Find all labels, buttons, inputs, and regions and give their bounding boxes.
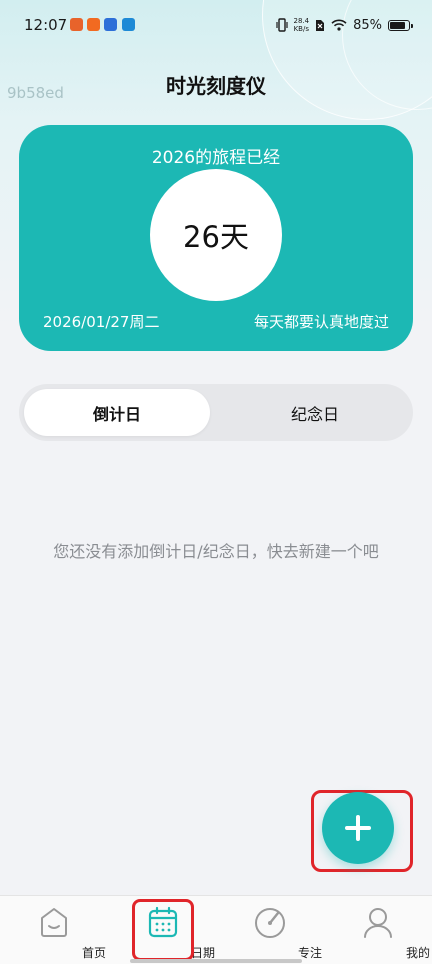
- app-notification-icon: [104, 18, 117, 31]
- net-speed-unit: KB/s: [293, 25, 309, 33]
- wifi-icon: [331, 19, 347, 31]
- year-progress-title: 2026的旅程已经: [151, 148, 281, 168]
- battery-icon: [388, 19, 413, 31]
- nav-label-mine: 我的: [405, 946, 430, 960]
- gesture-home-bar[interactable]: [130, 959, 302, 963]
- app-notification-icon: [122, 18, 135, 31]
- home-icon: [41, 908, 67, 937]
- battery-percent: 85%: [353, 17, 382, 33]
- bottom-nav: 首页 日期 专注 我的: [0, 895, 432, 964]
- highlight-outline: [132, 899, 194, 961]
- nav-label-home: 首页: [81, 946, 106, 960]
- nav-item-focus[interactable]: 专注: [230, 902, 322, 960]
- mail-notification-icon: [70, 18, 83, 31]
- add-event-button[interactable]: [322, 792, 394, 864]
- page-title: 时光刻度仪: [166, 74, 266, 98]
- tab-anniversary[interactable]: 纪念日: [222, 389, 408, 436]
- tab-countdown[interactable]: 倒计日: [24, 389, 210, 436]
- status-time: 12:07: [24, 16, 68, 34]
- status-bar: 12:07 28.4 KB/s 85%: [0, 0, 432, 50]
- status-right: 28.4 KB/s 85%: [275, 15, 413, 35]
- net-speed: 28.4 KB/s: [294, 17, 310, 33]
- year-progress-card: 2026的旅程已经 26天 2026/01/27周二 每天都要认真地度过: [19, 125, 413, 351]
- screen: 12:07 28.4 KB/s 85% 9b58ed 时光刻度仪 2026的旅程…: [0, 0, 432, 964]
- nav-item-mine[interactable]: 我的: [338, 902, 430, 960]
- segment-tabs: 倒计日 纪念日: [19, 384, 413, 441]
- person-icon: [364, 908, 392, 938]
- motto-text: 每天都要认真地度过: [253, 313, 389, 331]
- focus-timer-icon: [255, 908, 285, 938]
- current-date: 2026/01/27周二: [43, 313, 160, 331]
- net-speed-value: 28.4: [293, 17, 310, 25]
- days-circle: 26天: [150, 169, 282, 301]
- plus-icon: [345, 815, 371, 841]
- empty-state-message: 您还没有添加倒计日/纪念日，快去新建一个吧: [53, 542, 379, 561]
- no-sim-icon: [316, 19, 325, 31]
- vibrate-icon: [275, 18, 288, 32]
- nav-item-home[interactable]: 首页: [14, 902, 106, 960]
- days-count: 26天: [183, 220, 249, 254]
- app-notification-icon: [87, 18, 100, 31]
